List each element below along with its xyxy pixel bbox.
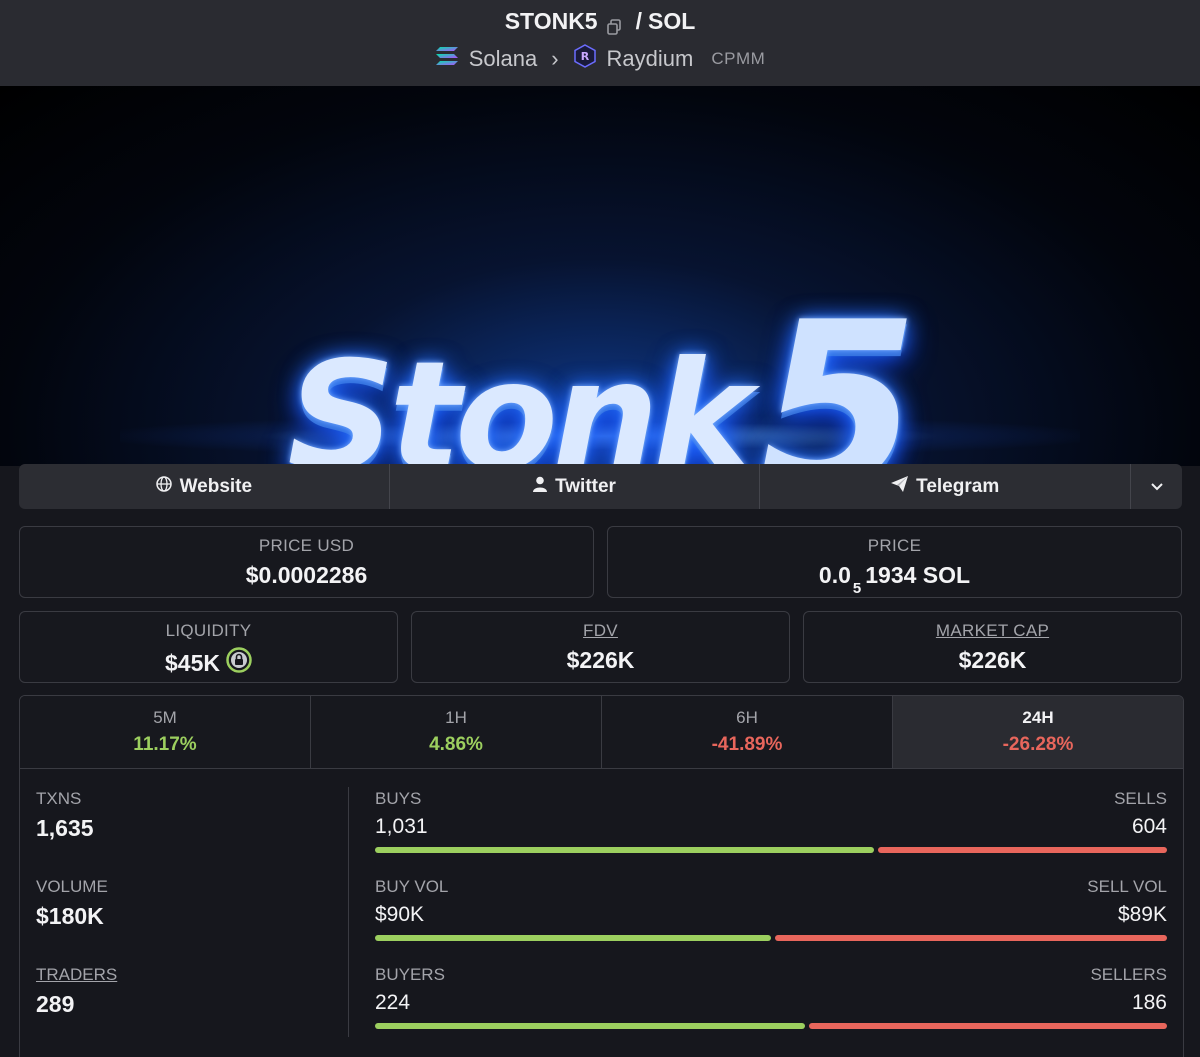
buys-sells-group: BUYS 1,031 SELLS 604 — [375, 789, 1167, 853]
price-usd-value: $0.0002286 — [245, 562, 368, 588]
sell-vol-bar-segment — [775, 935, 1167, 941]
volume-bar — [375, 935, 1167, 941]
pool-type-badge: CPMM — [711, 49, 766, 68]
chain-breadcrumb: Solana › R Raydium CPMM — [0, 44, 1200, 74]
txns-label: TXNS — [36, 789, 82, 808]
social-links-bar: Website Twitter Telegram — [19, 464, 1182, 509]
buyers-value: 224 — [375, 991, 411, 1014]
fdv-card: FDV $226K — [411, 611, 790, 683]
price-native-zero-count: 5 — [852, 579, 862, 597]
twitter-label: Twitter — [555, 475, 616, 497]
volume-stat: VOLUME $180K — [36, 877, 108, 930]
tab-change: 11.17% — [133, 734, 197, 755]
sell-vol-value: $89K — [1117, 903, 1167, 926]
traders-stat: TRADERS 289 — [36, 965, 117, 1018]
price-usd-label: PRICE USD — [258, 536, 355, 555]
banner-logo: Stonk5 — [0, 256, 1200, 466]
volume-value: $180K — [36, 903, 104, 929]
pair-title: STONK5 / SOL — [0, 0, 1200, 35]
paper-plane-icon — [891, 475, 909, 498]
buyers-sellers-bar — [375, 1023, 1167, 1029]
buy-vol-label: BUY VOL — [375, 877, 449, 896]
tab-label: 6H — [736, 708, 758, 727]
tab-label: 1H — [445, 708, 467, 727]
volume-label: VOLUME — [36, 877, 108, 896]
chain-link[interactable]: Solana — [469, 46, 538, 72]
tab-label: 24H — [1022, 708, 1054, 727]
sellers-bar-segment — [809, 1023, 1167, 1029]
timeframe-tabs: 5M 11.17% 1H 4.86% 6H -41.89% 24H -26.28… — [19, 695, 1184, 769]
fdv-label[interactable]: FDV — [412, 621, 789, 641]
sellers-label: SELLERS — [1090, 965, 1167, 984]
banner-logo-accent: 5 — [758, 274, 919, 466]
lock-icon[interactable] — [226, 647, 252, 679]
telegram-button[interactable]: Telegram — [760, 464, 1132, 509]
traders-value: 289 — [36, 991, 75, 1017]
token-banner: Stonk5 — [0, 86, 1200, 466]
buys-bar-segment — [375, 847, 874, 853]
buys-sells-bar — [375, 847, 1167, 853]
svg-text:R: R — [580, 50, 589, 63]
price-native-prefix: 0.0 — [818, 562, 851, 588]
sellers-value: 186 — [1131, 991, 1167, 1014]
price-native-card: PRICE 0.051934 SOL — [607, 526, 1182, 598]
chevron-right-icon: › — [551, 46, 559, 71]
txns-stat: TXNS 1,635 — [36, 789, 94, 842]
more-links-button[interactable] — [1131, 464, 1182, 509]
liquidity-label: LIQUIDITY — [165, 621, 252, 640]
solana-icon — [435, 46, 459, 72]
price-native-value: 0.051934 SOL — [608, 562, 1181, 597]
tab-6h[interactable]: 6H -41.89% — [602, 696, 893, 768]
sells-bar-segment — [877, 847, 1167, 853]
buys-label: BUYS — [375, 789, 422, 808]
telegram-label: Telegram — [916, 475, 1000, 497]
globe-icon — [155, 475, 172, 498]
price-usd-card: PRICE USD $0.0002286 — [19, 526, 594, 598]
tab-change: 4.86% — [429, 734, 483, 755]
buy-vol-bar-segment — [375, 935, 772, 941]
sells-value: 604 — [1131, 815, 1167, 838]
dex-link[interactable]: Raydium — [607, 46, 694, 72]
stats-divider — [348, 787, 349, 1037]
buyers-sellers-group: BUYERS 224 SELLERS 186 — [375, 965, 1167, 1029]
banner-logo-main: Stonk — [287, 330, 752, 466]
sell-vol-label: SELL VOL — [1087, 877, 1167, 896]
trade-stats-panel: TXNS 1,635 VOLUME $180K TRADERS 289 BUYS… — [19, 767, 1184, 1057]
price-native-label: PRICE — [867, 536, 922, 555]
market-cap-card: MARKET CAP $226K — [803, 611, 1182, 683]
price-native-digits: 1934 SOL — [865, 562, 971, 588]
traders-label[interactable]: TRADERS — [36, 965, 117, 985]
twitter-button[interactable]: Twitter — [390, 464, 761, 509]
tab-5m[interactable]: 5M 11.17% — [20, 696, 311, 768]
website-label: Website — [179, 475, 253, 497]
market-cap-value: $226K — [958, 647, 1027, 673]
fdv-value: $226K — [566, 647, 635, 673]
buy-sell-volume-group: BUY VOL $90K SELL VOL $89K — [375, 877, 1167, 941]
buyers-bar-segment — [375, 1023, 806, 1029]
liquidity-card: LIQUIDITY $45K — [19, 611, 398, 683]
txns-value: 1,635 — [36, 815, 94, 841]
tab-change: -41.89% — [711, 734, 783, 755]
base-token-symbol: STONK5 — [504, 8, 598, 34]
tab-1h[interactable]: 1H 4.86% — [311, 696, 602, 768]
chevron-down-icon — [1150, 476, 1164, 498]
pair-header: STONK5 / SOL Solana › R Raydium CPMM — [0, 0, 1200, 86]
tab-24h[interactable]: 24H -26.28% — [893, 696, 1183, 768]
raydium-icon: R — [573, 44, 597, 74]
liquidity-value: $45K — [165, 649, 220, 676]
user-icon — [533, 476, 548, 498]
pair-separator: / — [635, 8, 642, 34]
copy-icon[interactable] — [606, 14, 622, 35]
buyers-label: BUYERS — [375, 965, 445, 984]
tab-label: 5M — [153, 708, 177, 727]
tab-change: -26.28% — [1002, 734, 1074, 755]
quote-token-symbol: SOL — [648, 8, 696, 34]
sells-label: SELLS — [1114, 789, 1167, 808]
website-button[interactable]: Website — [19, 464, 390, 509]
buys-value: 1,031 — [375, 815, 428, 838]
buy-vol-value: $90K — [375, 903, 425, 926]
market-cap-label[interactable]: MARKET CAP — [804, 621, 1181, 641]
